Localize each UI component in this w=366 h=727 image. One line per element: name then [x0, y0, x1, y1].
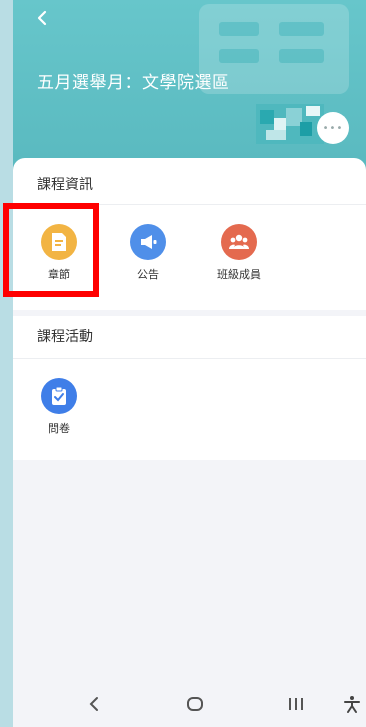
nav-recents-icon — [289, 698, 303, 710]
announcement-label: 公告 — [137, 268, 159, 281]
app-screen: 五月選舉月：文學院選區 ••• 課程資訊 章節 公告 班級成員 課程活動 問卷 — [13, 0, 366, 727]
nav-back-button[interactable] — [87, 694, 101, 718]
chevron-left-icon — [37, 10, 47, 26]
nav-home-icon — [187, 697, 203, 711]
more-options-button[interactable]: ••• — [317, 112, 349, 144]
divider — [13, 358, 366, 359]
megaphone-icon — [141, 235, 157, 249]
group-icon — [229, 234, 249, 249]
members-icon-circle — [221, 224, 257, 260]
questionnaire-label: 問卷 — [48, 422, 70, 435]
questionnaire-button[interactable]: 問卷 — [29, 378, 89, 436]
nav-home-button[interactable] — [185, 694, 205, 718]
clipboard-check-icon — [52, 386, 66, 405]
system-nav-bar — [13, 684, 366, 727]
announcement-button[interactable]: 公告 — [118, 224, 178, 282]
questionnaire-icon-circle — [41, 378, 77, 414]
class-members-button[interactable]: 班級成員 — [209, 224, 269, 282]
course-title: 五月選舉月：文學院選區 — [37, 73, 230, 93]
course-info-title: 課程資訊 — [37, 177, 93, 193]
nav-back-icon — [89, 697, 98, 711]
more-label: ••• — [322, 122, 344, 134]
course-activity-card: 課程活動 問卷 — [13, 316, 366, 460]
course-header: 五月選舉月：文學院選區 ••• — [13, 0, 366, 175]
announcement-icon-circle — [130, 224, 166, 260]
chat-watermark-icon — [199, 4, 349, 118]
highlight-box — [3, 203, 99, 297]
accessibility-icon — [344, 696, 360, 713]
course-activity-title: 課程活動 — [37, 329, 93, 345]
back-button[interactable] — [35, 8, 55, 30]
nav-recents-button[interactable] — [286, 694, 306, 718]
course-avatar — [256, 104, 324, 144]
members-label: 班級成員 — [217, 268, 261, 281]
accessibility-button[interactable] — [343, 694, 361, 718]
